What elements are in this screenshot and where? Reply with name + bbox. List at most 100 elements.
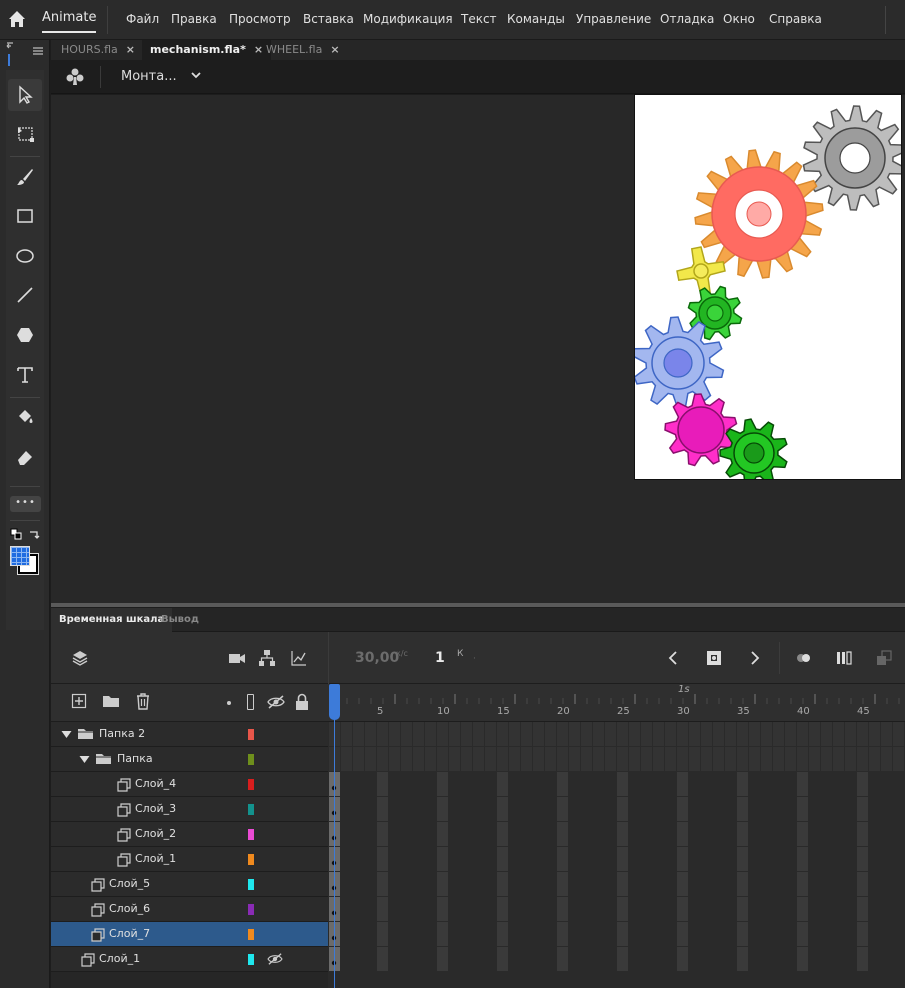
chevron-down-icon[interactable] xyxy=(189,68,203,82)
frame-cell xyxy=(521,897,532,921)
frame-cell xyxy=(521,722,532,746)
new-folder-icon[interactable] xyxy=(102,693,120,709)
paste-frames-icon[interactable] xyxy=(875,649,893,667)
selection-tool[interactable] xyxy=(8,79,42,111)
frame-cell xyxy=(545,747,556,771)
frame-cell xyxy=(473,947,484,971)
layer-header xyxy=(51,684,328,722)
tab-label: WHEEL.fla xyxy=(266,43,323,56)
camera-icon[interactable] xyxy=(228,649,246,667)
stage-canvas[interactable] xyxy=(634,94,902,480)
layer-color-swatch[interactable] xyxy=(248,754,254,765)
disclosure-triangle-icon[interactable] xyxy=(79,756,90,764)
layer-row[interactable]: Слой_6 xyxy=(51,897,328,922)
app-name[interactable]: Animate xyxy=(42,10,97,33)
menu-window[interactable]: Окно xyxy=(723,12,755,26)
free-transform-tool[interactable] xyxy=(8,118,42,150)
layers-icon[interactable] xyxy=(71,649,89,667)
eraser-tool[interactable] xyxy=(8,441,42,473)
fill-color[interactable] xyxy=(10,546,30,566)
scene-icon[interactable] xyxy=(65,67,85,87)
keyframe-icon[interactable] xyxy=(705,649,723,667)
menu-control[interactable]: Управление xyxy=(576,12,651,26)
brush-tool[interactable] xyxy=(8,161,42,193)
chevron-right-icon[interactable] xyxy=(745,649,763,667)
timeline-toolbar-separator xyxy=(328,632,329,684)
highlight-dot-icon[interactable] xyxy=(227,701,231,705)
panel-menu-icon[interactable] xyxy=(32,46,44,56)
layer-color-swatch[interactable] xyxy=(248,879,254,890)
menu-text[interactable]: Текст xyxy=(461,12,497,26)
oval-tool[interactable] xyxy=(8,240,42,272)
close-icon[interactable]: × xyxy=(126,43,135,56)
menu-commands[interactable]: Команды xyxy=(507,12,565,26)
frame-cell xyxy=(425,822,436,846)
tab-hours[interactable]: HOURS.fla × xyxy=(53,40,143,60)
panel-splitter[interactable] xyxy=(51,603,905,607)
frame-cell xyxy=(521,772,532,796)
line-tool[interactable] xyxy=(8,279,42,311)
paint-bucket-tool[interactable] xyxy=(8,402,42,434)
polystar-tool[interactable] xyxy=(8,319,42,351)
frame-grid[interactable] xyxy=(328,722,905,988)
layer-color-swatch[interactable] xyxy=(248,729,254,740)
eye-hidden-icon[interactable] xyxy=(267,952,283,966)
folder-row[interactable]: Папка xyxy=(51,747,328,772)
parenting-icon[interactable] xyxy=(258,649,276,667)
layer-row[interactable]: Слой_2 xyxy=(51,822,328,847)
disclosure-triangle-icon[interactable] xyxy=(61,731,72,739)
tab-mechanism[interactable]: mechanism.fla* × xyxy=(142,40,272,60)
frame-rate-value[interactable]: 30,00 xyxy=(355,650,399,666)
layer-color-swatch[interactable] xyxy=(248,904,254,915)
trash-icon[interactable] xyxy=(135,692,151,710)
swap-colors-icon[interactable] xyxy=(28,528,40,540)
layer-row[interactable]: Слой_4 xyxy=(51,772,328,797)
frame-ruler[interactable]: 1s 5 10 15 20 25 30 35 40 45 xyxy=(328,684,905,722)
playhead[interactable] xyxy=(329,684,340,720)
frame-cell xyxy=(689,922,700,946)
lock-icon[interactable] xyxy=(295,693,309,711)
graph-icon[interactable] xyxy=(290,649,308,667)
new-layer-icon[interactable] xyxy=(71,693,87,709)
layer-color-swatch[interactable] xyxy=(248,854,254,865)
layer-color-swatch[interactable] xyxy=(248,929,254,940)
menu-modify[interactable]: Модификация xyxy=(363,12,453,26)
frame-cell xyxy=(425,772,436,796)
layer-row[interactable]: Слой_3 xyxy=(51,797,328,822)
outline-icon[interactable] xyxy=(247,694,254,710)
onion-skin-icon[interactable] xyxy=(795,649,813,667)
frame-cell xyxy=(617,747,628,771)
current-frame-value[interactable]: 1 xyxy=(435,650,445,666)
tab-output[interactable]: Вывод xyxy=(153,608,207,632)
menu-file[interactable]: Файл xyxy=(126,12,159,26)
close-icon[interactable]: × xyxy=(330,43,339,56)
menu-view[interactable]: Просмотр xyxy=(229,12,291,26)
layer-color-swatch[interactable] xyxy=(248,779,254,790)
folder-row[interactable]: Папка 2 xyxy=(51,722,328,747)
frame-cell xyxy=(653,772,664,796)
color-swatches[interactable] xyxy=(10,546,40,576)
layer-color-swatch[interactable] xyxy=(248,829,254,840)
tab-wheel[interactable]: WHEEL.fla × xyxy=(258,40,348,60)
more-tools-button[interactable]: ••• xyxy=(10,496,41,512)
layer-row[interactable]: Слой_7 xyxy=(51,922,328,947)
default-colors-icon[interactable] xyxy=(10,528,22,540)
frame-cell xyxy=(725,747,736,771)
layer-color-swatch[interactable] xyxy=(248,954,254,965)
edit-multiple-frames-icon[interactable] xyxy=(835,649,853,667)
home-icon[interactable] xyxy=(6,8,28,30)
menu-help[interactable]: Справка xyxy=(769,12,822,26)
eye-hidden-icon[interactable] xyxy=(267,694,285,710)
menu-insert[interactable]: Вставка xyxy=(303,12,354,26)
layer-color-swatch[interactable] xyxy=(248,804,254,815)
text-tool[interactable] xyxy=(8,359,42,391)
menu-debug[interactable]: Отладка xyxy=(660,12,714,26)
chevron-left-icon[interactable] xyxy=(665,649,683,667)
collapse-icon[interactable] xyxy=(5,42,15,50)
layer-row[interactable]: Слой_1 xyxy=(51,947,328,972)
rectangle-tool[interactable] xyxy=(8,200,42,232)
scene-dropdown[interactable]: Монта... xyxy=(121,69,177,84)
menu-edit[interactable]: Правка xyxy=(171,12,217,26)
layer-row[interactable]: Слой_5 xyxy=(51,872,328,897)
layer-row[interactable]: Слой_1 xyxy=(51,847,328,872)
